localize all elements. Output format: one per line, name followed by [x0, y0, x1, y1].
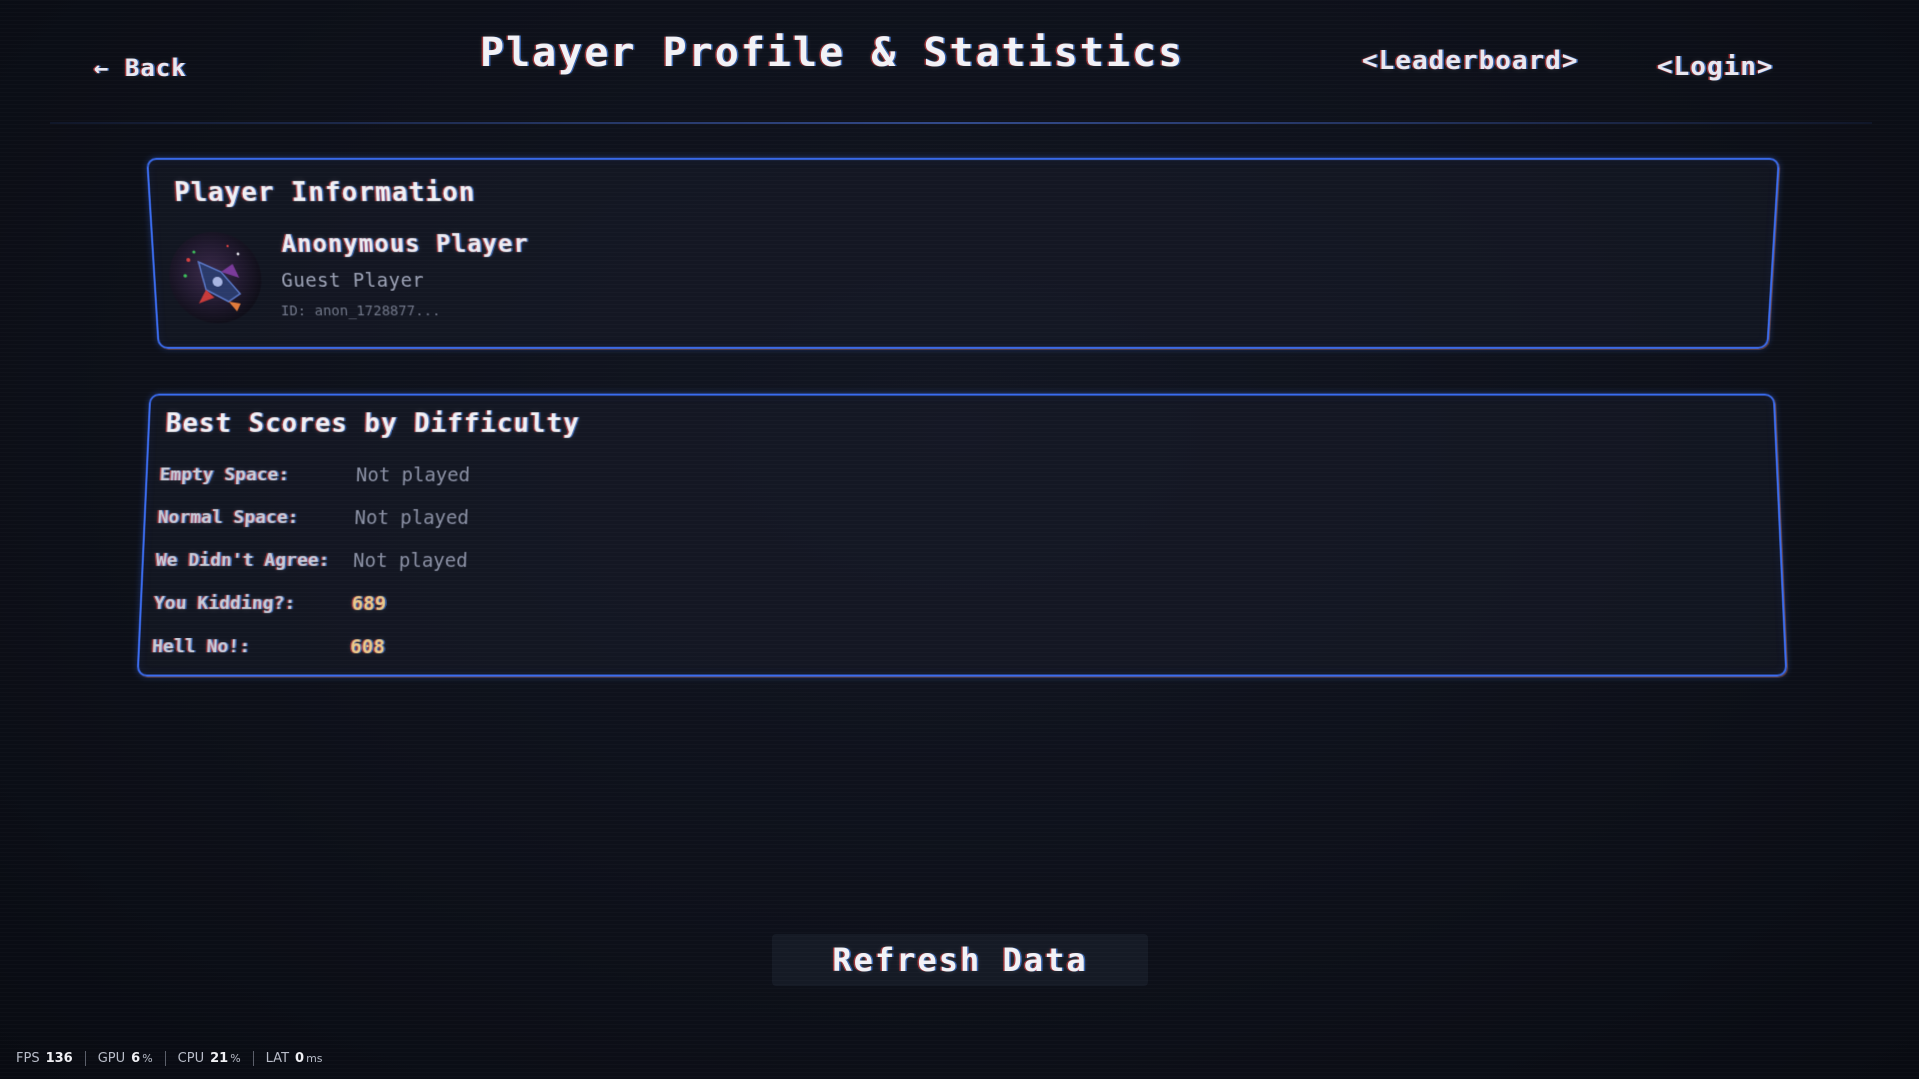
nav-login-link[interactable]: <Login>	[1657, 52, 1774, 82]
score-row: Normal Space: Not played	[157, 507, 758, 541]
score-label: Empty Space:	[159, 464, 290, 486]
score-row: Empty Space: Not played	[159, 465, 758, 499]
fps-label: FPS	[16, 1050, 40, 1066]
lat-stat: LAT 0 ms	[252, 1050, 335, 1066]
score-value: 608	[349, 636, 386, 659]
cpu-label: CPU	[177, 1050, 205, 1066]
cpu-stat: CPU 21 %	[164, 1050, 253, 1066]
player-role: Guest Player	[280, 269, 425, 292]
gpu-label: GPU	[97, 1050, 126, 1066]
score-row: Hell No!: 608	[151, 636, 756, 670]
spaceship-avatar-icon	[183, 244, 264, 312]
player-id: ID: anon_1728877...	[280, 303, 441, 320]
score-row: We Didn't Agree: Not played	[155, 550, 757, 584]
nav-leaderboard-link[interactable]: <Leaderboard>	[1362, 46, 1579, 76]
fps-value: 136	[45, 1050, 73, 1066]
back-link[interactable]: ← Back	[94, 54, 187, 82]
lat-value: 0	[295, 1050, 305, 1066]
lat-label: LAT	[265, 1050, 290, 1066]
avatar	[166, 232, 264, 324]
best-scores-panel: Best Scores by Difficulty Empty Space: N…	[136, 393, 1788, 677]
score-row: You Kidding?: 689	[153, 593, 756, 627]
player-info-panel: Player Information Anonymous Player Gues…	[146, 157, 1780, 349]
refresh-data-button[interactable]: Refresh Data	[772, 934, 1148, 986]
header-divider	[50, 122, 1872, 124]
gpu-unit: %	[142, 1051, 153, 1065]
score-label: Hell No!:	[151, 636, 251, 658]
player-info-title: Player Information	[173, 177, 477, 209]
cpu-unit: %	[230, 1051, 241, 1065]
best-scores-title: Best Scores by Difficulty	[165, 409, 580, 439]
score-value: Not played	[354, 507, 470, 530]
performance-overlay: FPS 136 GPU 6 % CPU 21 % LAT 0 ms	[16, 1048, 335, 1068]
gpu-value: 6	[131, 1050, 141, 1066]
cpu-value: 21	[210, 1050, 229, 1066]
player-name: Anonymous Player	[280, 230, 530, 258]
fps-stat: FPS 136	[16, 1051, 85, 1066]
lat-unit: ms	[306, 1051, 323, 1065]
score-label: Normal Space:	[157, 507, 299, 529]
score-value: Not played	[352, 549, 468, 572]
score-label: You Kidding?:	[153, 592, 296, 615]
score-value: 689	[351, 592, 387, 616]
page-title: Player Profile & Statistics	[480, 30, 1185, 76]
header: ← Back Player Profile & Statistics <Lead…	[0, 0, 1919, 130]
score-value: Not played	[355, 464, 471, 487]
gpu-stat: GPU 6 %	[84, 1050, 165, 1066]
score-label: We Didn't Agree:	[155, 549, 330, 571]
